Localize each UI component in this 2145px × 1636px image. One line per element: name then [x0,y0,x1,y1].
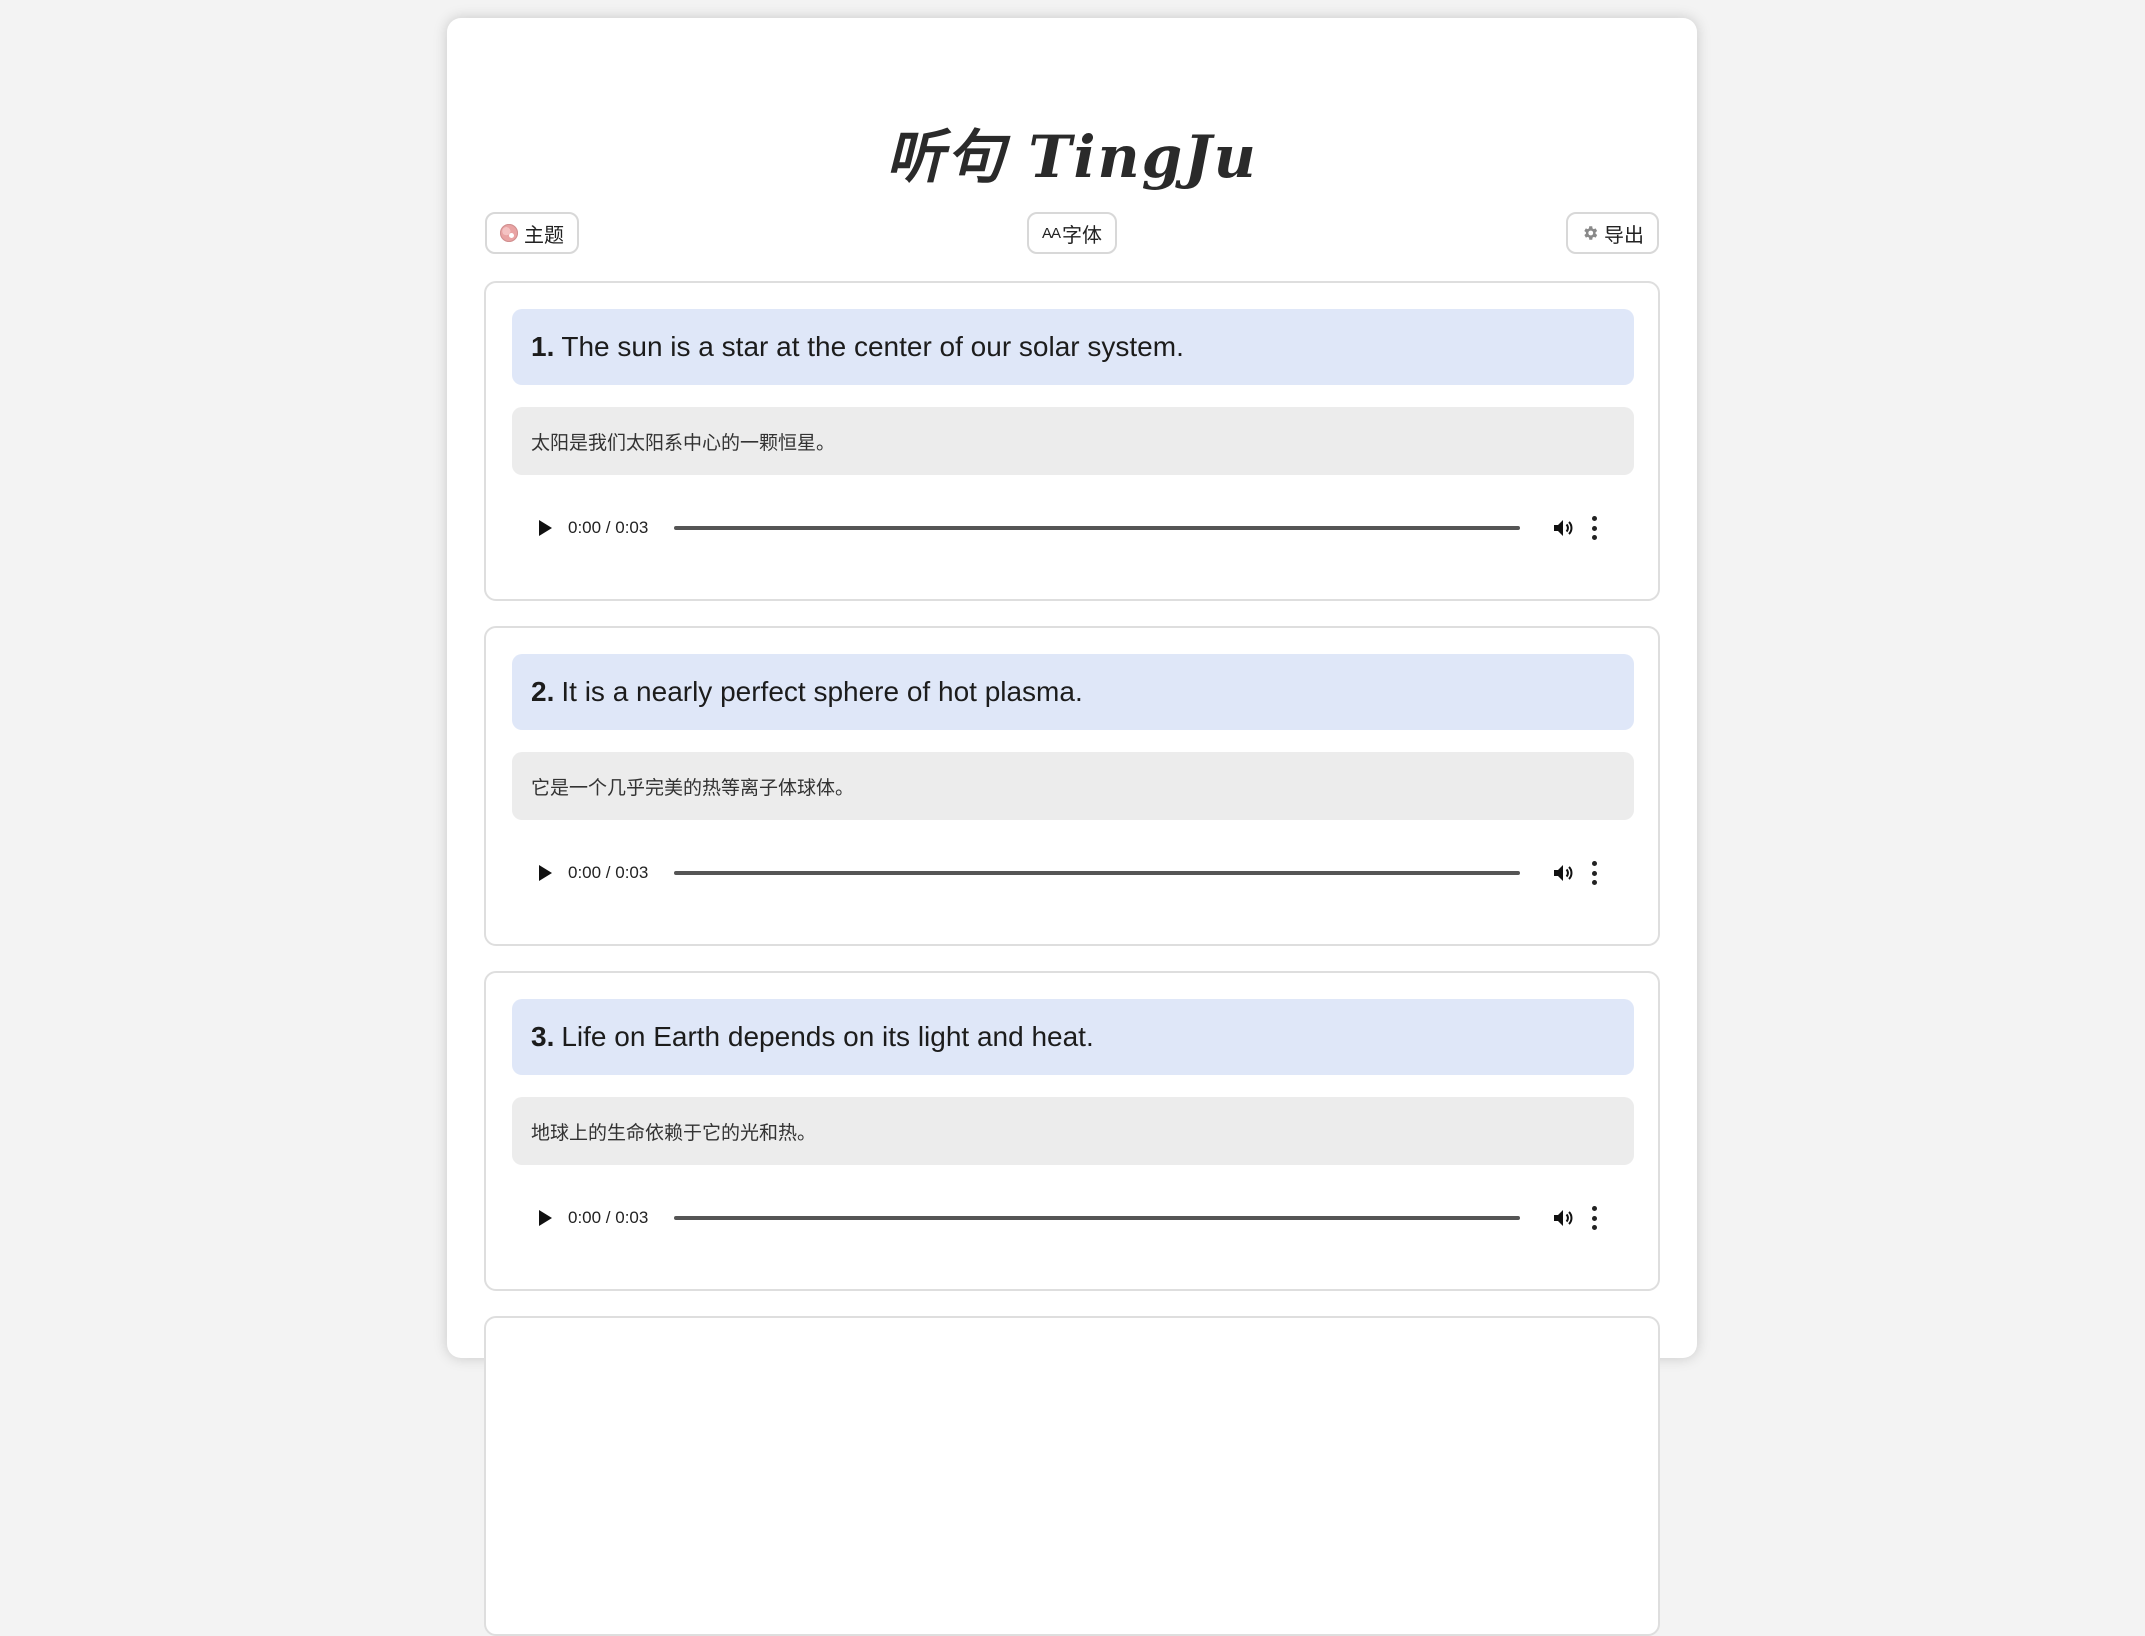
time-display: 0:00 / 0:03 [568,518,649,537]
translation-text: 地球上的生命依赖于它的光和热。 [531,1122,817,1144]
more-options-icon[interactable] [1591,861,1597,885]
play-icon[interactable] [539,865,552,881]
sentence-card [484,1316,1660,1636]
play-icon[interactable] [539,1210,552,1226]
sentence-text: It is a nearly perfect sphere of hot pla… [561,676,1083,707]
font-size-icon: AA [1042,224,1061,242]
sentence-number: 2. [531,676,555,707]
progress-bar[interactable] [674,1216,1520,1220]
more-options-icon[interactable] [1591,516,1597,540]
font-button[interactable]: AA 字体 [1027,212,1118,254]
volume-icon[interactable] [1551,516,1575,540]
audio-player: 0:00 / 0:03 [512,499,1634,557]
translation-box: 它是一个几乎完美的热等离子体球体。 [512,752,1634,820]
play-icon[interactable] [539,520,552,536]
sentence-text-box: 3. Life on Earth depends on its light an… [512,999,1634,1075]
volume-icon[interactable] [1551,1206,1575,1230]
sentence-text: Life on Earth depends on its light and h… [561,1021,1094,1052]
sentence-number: 1. [531,331,555,362]
export-button[interactable]: 导出 [1566,212,1659,254]
audio-player: 0:00 / 0:03 [512,1189,1634,1247]
sentence-card: 3. Life on Earth depends on its light an… [484,971,1660,1291]
export-button-label: 导出 [1604,224,1644,247]
progress-bar[interactable] [674,526,1520,530]
sentence-number: 3. [531,1021,555,1052]
audio-player: 0:00 / 0:03 [512,844,1634,902]
theme-button-label: 主题 [524,224,564,247]
translation-box: 太阳是我们太阳系中心的一颗恒星。 [512,407,1634,475]
sentence-text-box: 1. The sun is a star at the center of ou… [512,309,1634,385]
palette-icon [500,224,518,242]
app-title: 听句 TingJu [886,123,1258,191]
translation-text: 它是一个几乎完美的热等离子体球体。 [531,777,855,799]
font-button-label: 字体 [1062,224,1103,247]
sentence-text-box: 2. It is a nearly perfect sphere of hot … [512,654,1634,730]
more-options-icon[interactable] [1591,1206,1597,1230]
sentence-text: The sun is a star at the center of our s… [561,331,1184,362]
time-display: 0:00 / 0:03 [568,863,649,882]
time-display: 0:00 / 0:03 [568,1208,649,1227]
sentence-card: 1. The sun is a star at the center of ou… [484,281,1660,601]
volume-icon[interactable] [1551,861,1575,885]
progress-bar[interactable] [674,871,1520,875]
theme-button[interactable]: 主题 [485,212,579,254]
sentence-card: 2. It is a nearly perfect sphere of hot … [484,626,1660,946]
translation-text: 太阳是我们太阳系中心的一颗恒星。 [531,432,836,454]
gear-icon [1584,226,1598,240]
translation-box: 地球上的生命依赖于它的光和热。 [512,1097,1634,1165]
main-panel: 听句 TingJu 主题 AA 字体 导出 1. The sun is a st… [447,18,1697,1636]
